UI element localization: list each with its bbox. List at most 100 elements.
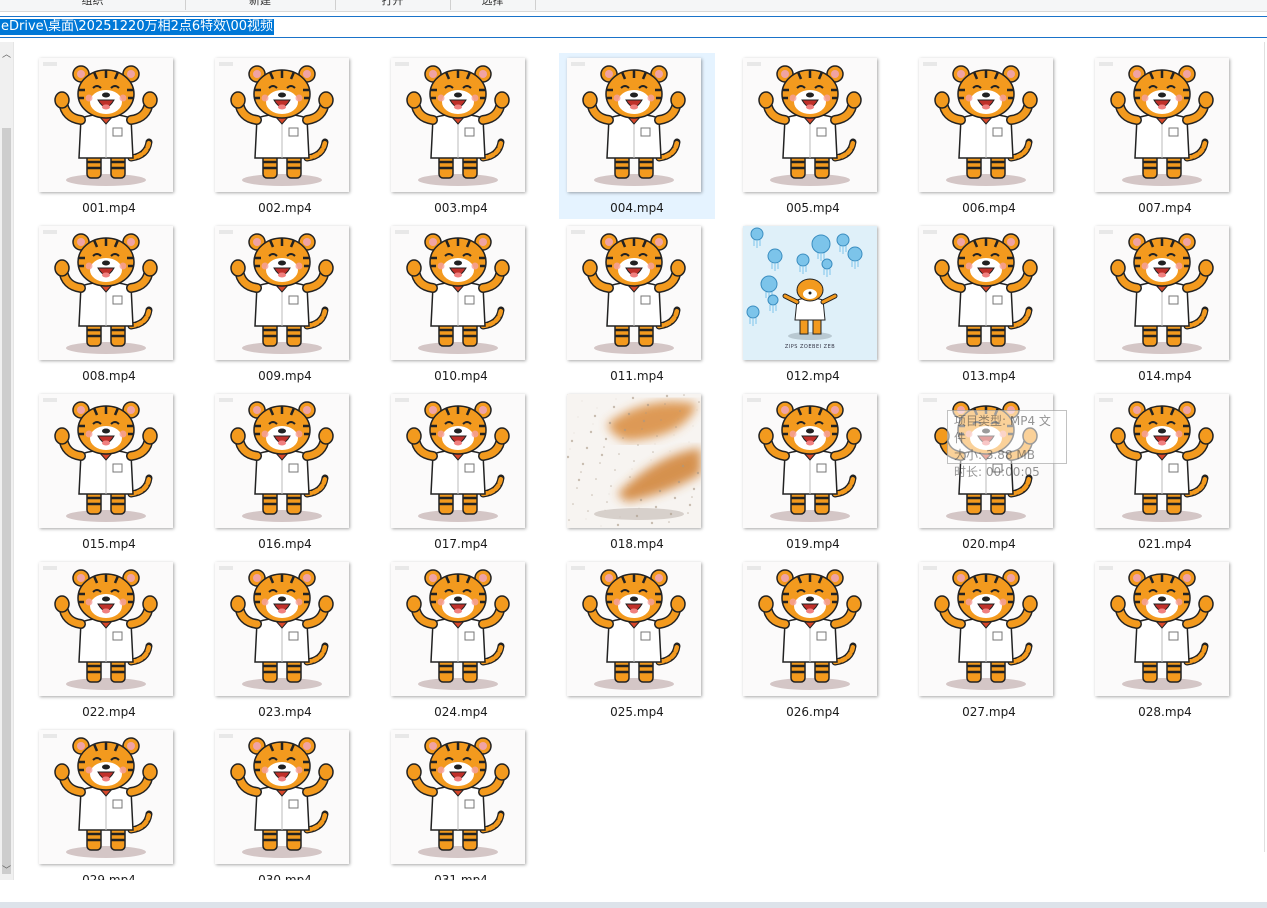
file-thumbnail[interactable] bbox=[391, 58, 525, 192]
file-item[interactable]: 005.mp4 bbox=[735, 53, 891, 219]
file-name[interactable]: 025.mp4 bbox=[559, 705, 715, 719]
file-thumbnail[interactable] bbox=[743, 58, 877, 192]
file-name[interactable]: 006.mp4 bbox=[911, 201, 1067, 215]
tiger-thumbnail-art bbox=[1099, 62, 1214, 186]
file-item[interactable]: 011.mp4 bbox=[559, 221, 715, 387]
file-name[interactable]: 003.mp4 bbox=[383, 201, 539, 215]
file-name[interactable]: 029.mp4 bbox=[31, 873, 187, 880]
file-name[interactable]: 026.mp4 bbox=[735, 705, 891, 719]
file-thumbnail[interactable] bbox=[39, 562, 173, 696]
file-item[interactable]: 025.mp4 bbox=[559, 557, 715, 723]
file-name[interactable]: 021.mp4 bbox=[1087, 537, 1243, 551]
file-thumbnail[interactable] bbox=[567, 226, 701, 360]
file-thumbnail[interactable] bbox=[1095, 562, 1229, 696]
file-name[interactable]: 030.mp4 bbox=[207, 873, 363, 880]
file-thumbnail[interactable] bbox=[39, 730, 173, 864]
file-item[interactable]: 027.mp4 bbox=[911, 557, 1067, 723]
file-name[interactable]: 001.mp4 bbox=[31, 201, 187, 215]
file-thumbnail[interactable] bbox=[391, 730, 525, 864]
file-name[interactable]: 002.mp4 bbox=[207, 201, 363, 215]
file-name[interactable]: 005.mp4 bbox=[735, 201, 891, 215]
file-thumbnail[interactable] bbox=[1095, 394, 1229, 528]
file-name[interactable]: 012.mp4 bbox=[735, 369, 891, 383]
tiger-thumbnail-art bbox=[219, 62, 334, 186]
file-item[interactable]: 026.mp4 bbox=[735, 557, 891, 723]
file-item[interactable]: 001.mp4 bbox=[31, 53, 187, 219]
file-thumbnail[interactable] bbox=[567, 562, 701, 696]
file-name[interactable]: 016.mp4 bbox=[207, 537, 363, 551]
file-name[interactable]: 007.mp4 bbox=[1087, 201, 1243, 215]
scrollbar-thumb[interactable] bbox=[2, 128, 11, 874]
file-thumbnail[interactable] bbox=[919, 58, 1053, 192]
file-name[interactable]: 010.mp4 bbox=[383, 369, 539, 383]
file-thumbnail[interactable] bbox=[215, 394, 349, 528]
scroll-down-icon[interactable]: ﹀ bbox=[0, 864, 13, 878]
file-thumbnail[interactable] bbox=[1095, 58, 1229, 192]
file-item[interactable]: 007.mp4 bbox=[1087, 53, 1243, 219]
file-item[interactable]: 013.mp4 bbox=[911, 221, 1067, 387]
file-thumbnail[interactable] bbox=[567, 58, 701, 192]
file-item[interactable]: 021.mp4 bbox=[1087, 389, 1243, 555]
file-name[interactable]: 031.mp4 bbox=[383, 873, 539, 880]
file-thumbnail[interactable] bbox=[215, 730, 349, 864]
file-item[interactable]: 028.mp4 bbox=[1087, 557, 1243, 723]
file-name[interactable]: 014.mp4 bbox=[1087, 369, 1243, 383]
file-thumbnail[interactable] bbox=[743, 562, 877, 696]
file-item[interactable]: 015.mp4 bbox=[31, 389, 187, 555]
file-item[interactable]: 030.mp4 bbox=[207, 725, 363, 880]
file-item[interactable]: 024.mp4 bbox=[383, 557, 539, 723]
file-item[interactable]: 010.mp4 bbox=[383, 221, 539, 387]
file-item[interactable]: 008.mp4 bbox=[31, 221, 187, 387]
file-thumbnail[interactable] bbox=[39, 58, 173, 192]
file-item[interactable]: ZIPS ZOEBEI ZEB 012.mp4 bbox=[735, 221, 891, 387]
file-name[interactable]: 020.mp4 bbox=[911, 537, 1067, 551]
file-item[interactable]: 003.mp4 bbox=[383, 53, 539, 219]
file-name[interactable]: 018.mp4 bbox=[559, 537, 715, 551]
file-name[interactable]: 019.mp4 bbox=[735, 537, 891, 551]
file-thumbnail[interactable] bbox=[743, 394, 877, 528]
file-name[interactable]: 004.mp4 bbox=[559, 201, 715, 215]
file-name[interactable]: 017.mp4 bbox=[383, 537, 539, 551]
file-item[interactable]: 017.mp4 bbox=[383, 389, 539, 555]
file-thumbnail[interactable] bbox=[919, 562, 1053, 696]
file-item[interactable]: 009.mp4 bbox=[207, 221, 363, 387]
file-thumbnail[interactable] bbox=[215, 226, 349, 360]
file-name[interactable]: 009.mp4 bbox=[207, 369, 363, 383]
file-item[interactable]: 022.mp4 bbox=[31, 557, 187, 723]
file-item[interactable]: 019.mp4 bbox=[735, 389, 891, 555]
file-thumbnail[interactable] bbox=[919, 226, 1053, 360]
vertical-scrollbar[interactable]: ︿ ﹀ bbox=[0, 42, 14, 880]
file-thumbnail[interactable] bbox=[39, 226, 173, 360]
file-item[interactable]: 004.mp4 bbox=[559, 53, 715, 219]
file-item[interactable]: 023.mp4 bbox=[207, 557, 363, 723]
file-thumbnail[interactable] bbox=[215, 58, 349, 192]
file-name[interactable]: 015.mp4 bbox=[31, 537, 187, 551]
file-item[interactable]: 029.mp4 bbox=[31, 725, 187, 880]
file-item[interactable]: 018.mp4 bbox=[559, 389, 715, 555]
file-thumbnail[interactable] bbox=[391, 394, 525, 528]
tiger-thumbnail-art bbox=[571, 230, 686, 354]
file-name[interactable]: 008.mp4 bbox=[31, 369, 187, 383]
file-item[interactable]: 014.mp4 bbox=[1087, 221, 1243, 387]
file-name[interactable]: 024.mp4 bbox=[383, 705, 539, 719]
file-name[interactable]: 028.mp4 bbox=[1087, 705, 1243, 719]
file-thumbnail[interactable] bbox=[39, 394, 173, 528]
file-thumbnail[interactable] bbox=[567, 394, 701, 528]
file-item[interactable]: 002.mp4 bbox=[207, 53, 363, 219]
file-name[interactable]: 022.mp4 bbox=[31, 705, 187, 719]
file-thumbnail[interactable] bbox=[215, 562, 349, 696]
file-thumbnail[interactable] bbox=[391, 562, 525, 696]
file-name[interactable]: 013.mp4 bbox=[911, 369, 1067, 383]
file-item[interactable]: 006.mp4 bbox=[911, 53, 1067, 219]
scroll-up-icon[interactable]: ︿ bbox=[0, 48, 13, 62]
tiger-thumbnail-art bbox=[1099, 230, 1214, 354]
file-name[interactable]: 023.mp4 bbox=[207, 705, 363, 719]
file-thumbnail[interactable] bbox=[1095, 226, 1229, 360]
file-thumbnail[interactable] bbox=[391, 226, 525, 360]
file-thumbnail[interactable]: ZIPS ZOEBEI ZEB bbox=[743, 226, 877, 360]
file-item[interactable]: 016.mp4 bbox=[207, 389, 363, 555]
file-item[interactable]: 031.mp4 bbox=[383, 725, 539, 880]
tiger-thumbnail-art bbox=[43, 398, 158, 522]
file-name[interactable]: 011.mp4 bbox=[559, 369, 715, 383]
file-name[interactable]: 027.mp4 bbox=[911, 705, 1067, 719]
